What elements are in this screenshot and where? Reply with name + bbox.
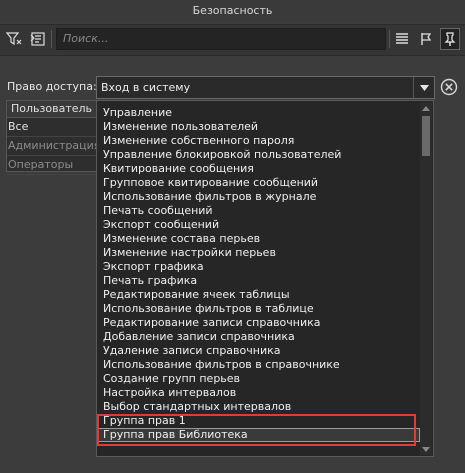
dropdown-item[interactable]: Использование фильтров в таблице (97, 302, 420, 316)
filter-add-icon[interactable] (28, 28, 48, 50)
flag-icon[interactable] (416, 28, 436, 50)
dropdown-item[interactable]: Использование фильтров в журнале (97, 190, 420, 204)
access-right-value: Вход в систему (101, 81, 191, 94)
dropdown-item[interactable]: Квитирование сообщения (97, 162, 420, 176)
dropdown-item[interactable]: Удаление записи справочника (97, 344, 420, 358)
toolbar-divider (389, 30, 390, 48)
dropdown-item[interactable]: Групповое квитирование сообщений (97, 176, 420, 190)
grid-row-administration[interactable]: Администрация (7, 137, 100, 156)
toolbar: Поиск... (0, 24, 465, 56)
column-header-user[interactable]: Пользователь (7, 101, 97, 118)
dropdown-item[interactable]: Группа прав Библиотека (97, 428, 420, 442)
dropdown-item[interactable]: Печать графика (97, 274, 420, 288)
dropdown-item[interactable]: Управление (97, 106, 420, 120)
dropdown-item[interactable]: Экспорт сообщений (97, 218, 420, 232)
chevron-down-icon[interactable] (413, 77, 434, 98)
toolbar-divider (51, 30, 52, 48)
dropdown-items: Управление Изменение пользователей Изменен… (97, 106, 420, 442)
scroll-down-icon[interactable] (420, 443, 432, 455)
dropdown-item[interactable]: Управление блокировкой пользователей (97, 148, 420, 162)
dropdown-item[interactable]: Добавление записи справочника (97, 330, 420, 344)
dropdown-item[interactable]: Изменение настройки перьев (97, 246, 420, 260)
dropdown-item[interactable]: Изменение состава перьев (97, 232, 420, 246)
window-title: Безопасность (0, 0, 465, 22)
access-right-label: Право доступа: (7, 80, 97, 93)
access-right-dropdown-list[interactable]: Управление Изменение пользователей Изменен… (96, 100, 434, 457)
dropdown-item[interactable]: Экспорт графика (97, 260, 420, 274)
dropdown-item[interactable]: Изменение пользователей (97, 120, 420, 134)
pin-icon[interactable] (440, 28, 460, 50)
dropdown-item[interactable]: Создание групп перьев (97, 372, 420, 386)
access-right-select[interactable]: Вход в систему (96, 76, 435, 99)
list-view-icon[interactable] (392, 28, 412, 50)
clear-icon[interactable] (440, 78, 458, 96)
dropdown-item[interactable]: Группа прав 1 (97, 414, 420, 428)
dropdown-item[interactable]: Настройка интервалов (97, 386, 420, 400)
dropdown-item[interactable]: Редактирование записи справочника (97, 316, 420, 330)
users-grid: Пользователь Все Администрация Операторы (6, 100, 100, 175)
dropdown-item[interactable]: Использование фильтров в справочнике (97, 358, 420, 372)
filter-icon[interactable] (4, 28, 24, 50)
dropdown-item[interactable]: Печать сообщений (97, 204, 420, 218)
dropdown-item[interactable]: Редактирование ячеек таблицы (97, 288, 420, 302)
search-input[interactable]: Поиск... (56, 28, 386, 50)
scroll-thumb[interactable] (422, 116, 430, 156)
grid-row-operators[interactable]: Операторы (7, 156, 97, 175)
scroll-up-icon[interactable] (420, 102, 432, 114)
dropdown-item[interactable]: Изменение собственного пароля (97, 134, 420, 148)
dropdown-item[interactable]: Выбор стандартных интервалов (97, 400, 420, 414)
dropdown-scrollbar[interactable] (420, 102, 432, 455)
grid-row-all[interactable]: Все (7, 118, 97, 137)
